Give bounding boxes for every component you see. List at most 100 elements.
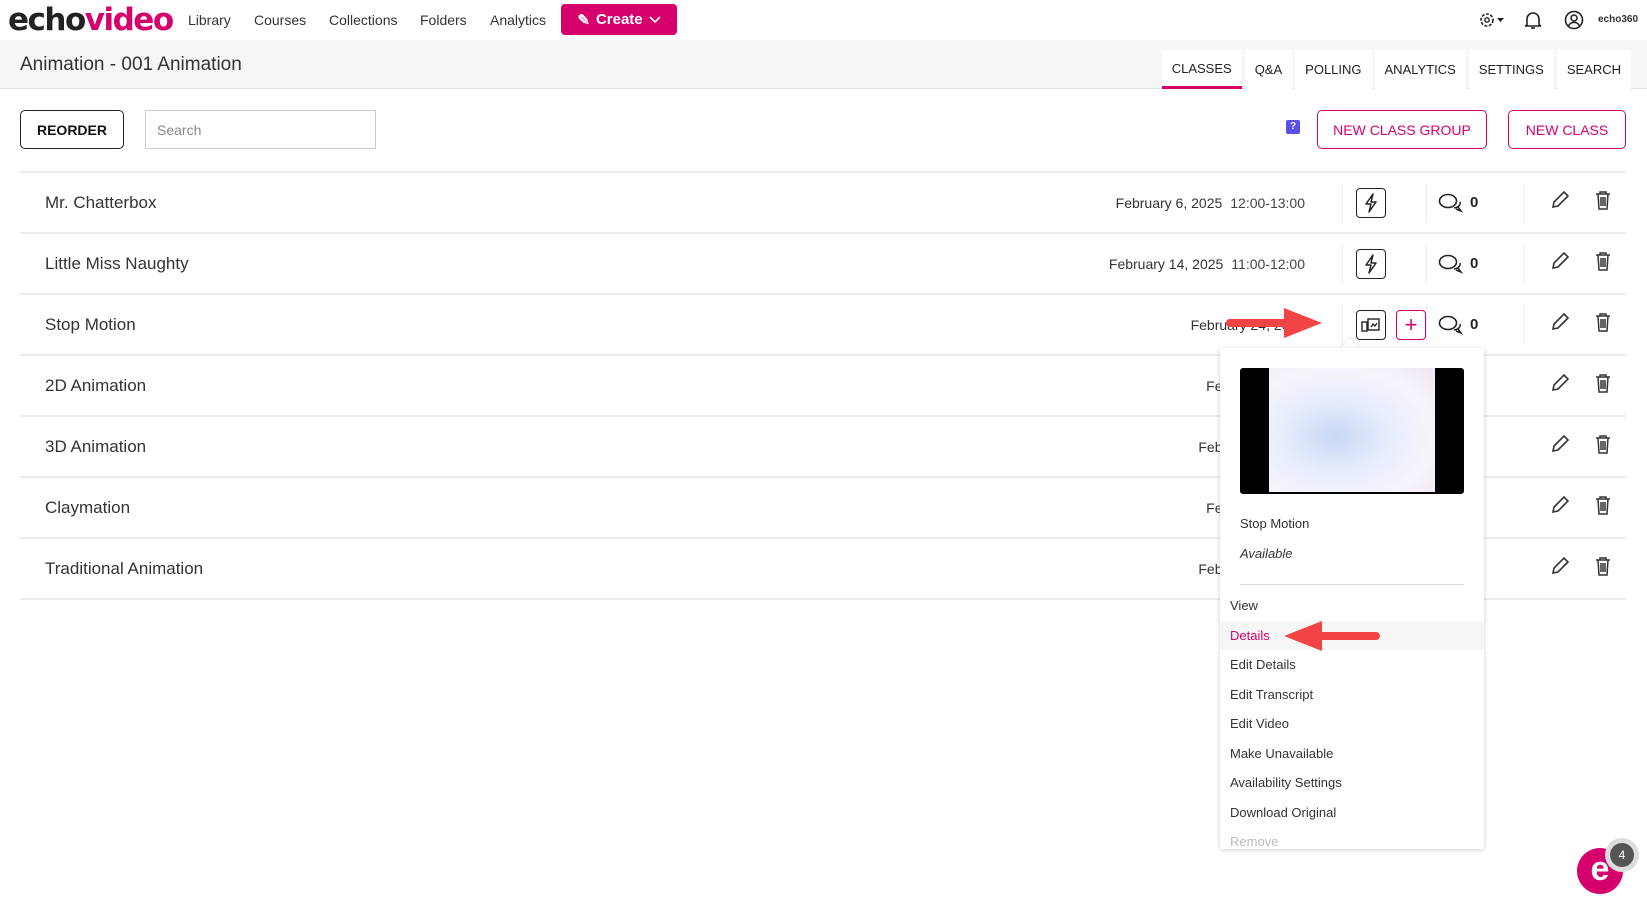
- nav-courses[interactable]: Courses: [254, 12, 306, 28]
- top-nav: [0, 0, 1647, 40]
- tab-polling[interactable]: POLLING: [1295, 50, 1372, 89]
- comments-count[interactable]: 0: [1438, 315, 1478, 335]
- nav-library[interactable]: Library: [188, 12, 231, 28]
- pencil-icon: [1551, 434, 1570, 453]
- delete-button[interactable]: [1594, 495, 1612, 520]
- tab-analytics[interactable]: ANALYTICS: [1374, 50, 1466, 89]
- live-class-button[interactable]: [1356, 187, 1386, 218]
- echovideo-logo[interactable]: echovideo: [8, 2, 174, 38]
- delete-button[interactable]: [1594, 251, 1612, 276]
- new-class-button[interactable]: NEW CLASS: [1508, 110, 1626, 149]
- trash-icon: [1596, 435, 1610, 454]
- comments-icon: [1438, 193, 1464, 213]
- comment-count: 0: [1470, 316, 1479, 333]
- page-title: Animation - 001 Animation: [20, 54, 242, 75]
- nav-analytics[interactable]: Analytics: [490, 12, 546, 28]
- trash-icon: [1596, 374, 1610, 393]
- comment-count: 0: [1470, 194, 1479, 211]
- edit-button[interactable]: [1550, 251, 1570, 276]
- edit-button[interactable]: [1550, 434, 1570, 459]
- class-time: 11:00-12:00: [1231, 255, 1305, 272]
- magic-wand-icon: ✎: [577, 11, 590, 29]
- comment-count: 0: [1470, 255, 1479, 272]
- thumbnail-image: [1269, 368, 1435, 492]
- comments-icon: [1438, 315, 1464, 335]
- tab-search[interactable]: SEARCH: [1556, 50, 1631, 89]
- date-text: February 6, 2025: [1115, 194, 1223, 211]
- gear-icon: [1480, 13, 1504, 27]
- trash-icon: [1596, 496, 1610, 515]
- trash-icon: [1596, 191, 1610, 210]
- nav-collections[interactable]: Collections: [329, 12, 397, 28]
- pencil-icon: [1551, 312, 1570, 331]
- create-button[interactable]: ✎ Create: [561, 4, 677, 35]
- class-name[interactable]: Mr. Chatterbox: [45, 193, 157, 213]
- class-name[interactable]: Traditional Animation: [45, 559, 203, 579]
- reorder-button[interactable]: REORDER: [20, 110, 124, 149]
- menu-item-view[interactable]: View: [1220, 591, 1484, 620]
- search-input[interactable]: [145, 110, 376, 149]
- live-class-button[interactable]: [1356, 248, 1386, 279]
- edit-button[interactable]: [1550, 556, 1570, 581]
- media-button[interactable]: [1356, 309, 1386, 340]
- date-text: February 14, 2025: [1108, 255, 1224, 272]
- help-icon[interactable]: ?: [1286, 120, 1300, 134]
- chat-notification-count: 4: [1610, 843, 1634, 867]
- menu-item-edit-details[interactable]: Edit Details: [1220, 650, 1484, 679]
- annotation-arrow-right: [1226, 308, 1322, 338]
- user-circle-icon: [1564, 10, 1584, 30]
- edit-button[interactable]: [1550, 312, 1570, 337]
- tab-qa[interactable]: Q&A: [1244, 50, 1293, 89]
- delete-button[interactable]: [1594, 556, 1612, 581]
- lightning-icon: [1365, 253, 1377, 274]
- menu-item-availability-settings[interactable]: Availability Settings: [1220, 768, 1484, 797]
- trash-icon: [1596, 252, 1610, 271]
- menu-item-remove: Remove: [1230, 834, 1279, 849]
- new-class-group-button[interactable]: NEW CLASS GROUP: [1317, 110, 1487, 149]
- settings-menu[interactable]: [1478, 10, 1506, 35]
- menu-item-edit-video[interactable]: Edit Video: [1220, 709, 1484, 738]
- echo360-logo: echo360: [1598, 14, 1639, 25]
- trash-icon: [1596, 557, 1610, 576]
- divider: [1240, 584, 1464, 585]
- delete-button[interactable]: [1594, 312, 1612, 337]
- nav-folders[interactable]: Folders: [420, 12, 467, 28]
- edit-button[interactable]: [1550, 190, 1570, 215]
- section-tabs: CLASSES Q&A POLLING ANALYTICS SETTINGS S…: [1161, 50, 1631, 89]
- add-media-button[interactable]: +: [1396, 309, 1426, 340]
- menu-item-make-unavailable[interactable]: Make Unavailable: [1220, 739, 1484, 768]
- media-status: Available: [1240, 546, 1293, 561]
- pencil-icon: [1551, 556, 1570, 575]
- class-name[interactable]: Stop Motion: [45, 315, 136, 335]
- class-row[interactable]: Stop MotionFebruary 24, 2025+0: [20, 293, 1626, 354]
- bell-icon: [1524, 12, 1542, 29]
- class-name[interactable]: Little Miss Naughty: [45, 254, 189, 274]
- delete-button[interactable]: [1594, 190, 1612, 215]
- class-row[interactable]: Little Miss Naughty February 14, 2025 11:0…: [20, 232, 1626, 293]
- delete-button[interactable]: [1594, 373, 1612, 398]
- media-popup-menu: Stop Motion Available View Details Edit De…: [1220, 348, 1484, 849]
- class-name[interactable]: 3D Animation: [45, 437, 146, 457]
- pencil-icon: [1551, 495, 1570, 514]
- edit-button[interactable]: [1550, 495, 1570, 520]
- comments-icon: [1438, 254, 1464, 274]
- account-button[interactable]: [1564, 10, 1584, 35]
- tab-settings[interactable]: SETTINGS: [1468, 50, 1554, 89]
- video-media-icon: [1361, 317, 1380, 332]
- menu-item-edit-transcript[interactable]: Edit Transcript: [1220, 680, 1484, 709]
- video-thumbnail[interactable]: [1240, 368, 1464, 494]
- delete-button[interactable]: [1594, 434, 1612, 459]
- comments-count[interactable]: 0: [1438, 193, 1478, 213]
- class-date: February 6, 2025 12:00-13:00: [1116, 195, 1305, 211]
- class-name[interactable]: 2D Animation: [45, 376, 146, 396]
- class-row[interactable]: Mr. Chatterbox February 6, 2025 12:00-13:0…: [20, 171, 1626, 232]
- menu-item-download-original[interactable]: Download Original: [1220, 798, 1484, 827]
- class-name[interactable]: Claymation: [45, 498, 130, 518]
- class-time: 12:00-13:00: [1230, 194, 1305, 211]
- tab-classes[interactable]: CLASSES: [1161, 50, 1242, 89]
- pencil-icon: [1551, 251, 1570, 270]
- edit-button[interactable]: [1550, 373, 1570, 398]
- notifications-button[interactable]: [1524, 10, 1542, 35]
- comments-count[interactable]: 0: [1438, 254, 1478, 274]
- annotation-arrow-left: [1284, 621, 1380, 651]
